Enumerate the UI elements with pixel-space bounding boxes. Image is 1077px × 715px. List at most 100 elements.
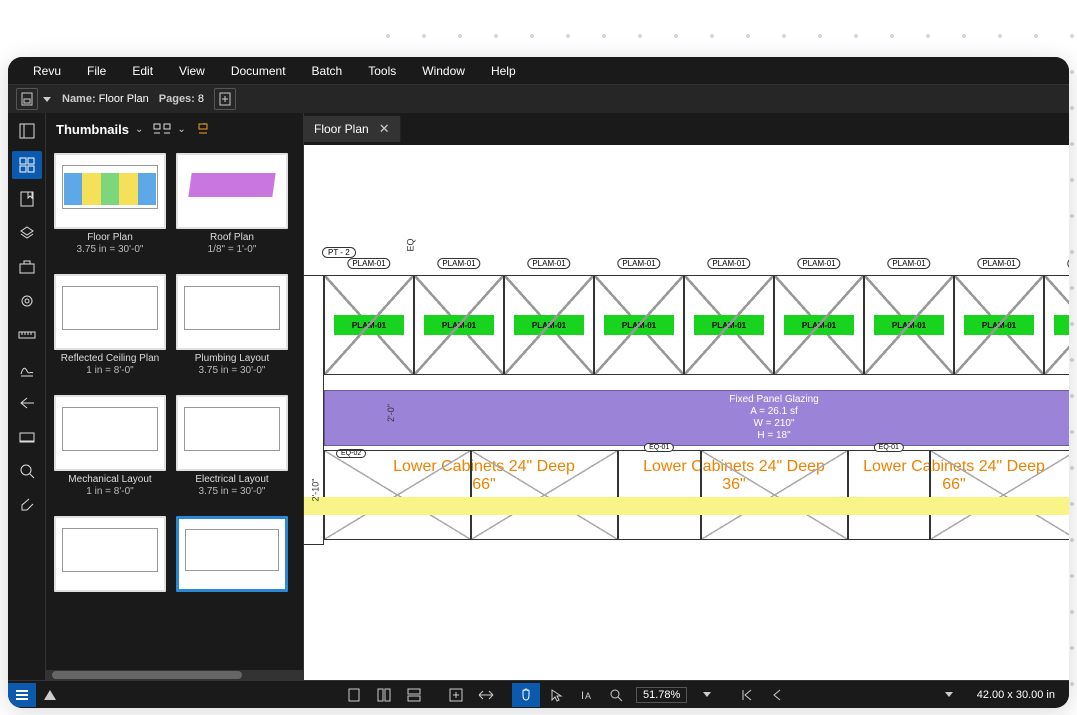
doc-toolbar: Name: Floor Plan Pages: 8 [8, 84, 1069, 113]
menu-help[interactable]: Help [478, 64, 529, 78]
zoom-dropdown[interactable] [693, 683, 721, 707]
glazing-l3: W = 210" [753, 418, 794, 430]
menu-revu[interactable]: Revu [20, 64, 74, 78]
close-icon[interactable]: ✕ [379, 121, 390, 137]
rail-search-icon[interactable] [12, 457, 42, 485]
plam-box: PLAM-01 [784, 315, 854, 335]
plam-tag: PLAM-01 [347, 258, 390, 269]
name-label: Name: [62, 93, 96, 105]
rail-bookmarks-icon[interactable] [12, 185, 42, 213]
plam-tag: PLAM-01 [707, 258, 750, 269]
plam-tag: PLAM-01 [977, 258, 1020, 269]
panel-view-dropdown[interactable]: ⌄ [177, 124, 185, 135]
thumbnail-item[interactable]: Plumbing Layout3.75 in = 30'-0" [176, 274, 288, 377]
plam-tag: PLAM-01 [887, 258, 930, 269]
sb-zoom-icon[interactable] [602, 683, 630, 707]
page-dimensions: 42.00 x 30.00 in [963, 689, 1069, 701]
thumbnails-panel: Thumbnails ⌄ ⌄ * Floor Plan3.75 in = 30'… [46, 113, 304, 680]
menu-window[interactable]: Window [409, 64, 478, 78]
rail-layers-icon[interactable] [12, 219, 42, 247]
plam-tag: PLAM-01 [437, 258, 480, 269]
thumbnail-item[interactable]: Floor Plan3.75 in = 30'-0" [54, 153, 166, 256]
menu-document[interactable]: Document [218, 64, 299, 78]
sb-text-select-icon[interactable]: IA [572, 683, 600, 707]
tab-bar: Floor Plan ✕ [304, 113, 1069, 145]
sb-prev-page-icon[interactable] [763, 683, 791, 707]
sb-triangle-icon[interactable] [36, 683, 64, 707]
tab-floor-plan[interactable]: Floor Plan ✕ [304, 116, 401, 142]
thumb-scale: 1/8" = 1'-0" [208, 244, 257, 256]
thumbnail-item[interactable]: Mechanical Layout1 in = 8'-0" [54, 395, 166, 498]
thumb-title: Mechanical Layout [68, 474, 151, 486]
rail-properties-icon[interactable] [12, 253, 42, 281]
plam-box: PLAM-01 [424, 315, 494, 335]
left-rail [8, 113, 46, 680]
menu-bar: Revu File Edit View Document Batch Tools… [8, 57, 1069, 84]
sb-split-v-icon[interactable] [370, 683, 398, 707]
sb-single-page-icon[interactable] [340, 683, 368, 707]
menu-file[interactable]: File [74, 64, 119, 78]
status-bar: IA 51.78% 42.00 x 30.00 in [8, 680, 1069, 708]
new-page-icon[interactable] [214, 88, 236, 110]
thumbnail-item[interactable] [176, 516, 288, 595]
plam-box: PLAM-01 [1054, 315, 1069, 335]
rail-back-icon[interactable] [12, 389, 42, 417]
thumbnails-list[interactable]: Floor Plan3.75 in = 30'-0"Roof Plan1/8" … [46, 145, 303, 668]
panel-label-icon[interactable]: * [196, 123, 210, 135]
panel-scrollbar[interactable] [46, 668, 303, 680]
thumbnail-item[interactable] [54, 516, 166, 595]
doc-dropdown[interactable] [40, 97, 54, 102]
dim-2ft: 2'-0" [386, 404, 396, 422]
tab-label: Floor Plan [314, 122, 369, 136]
panel-title: Thumbnails [56, 122, 129, 137]
thumb-title: Floor Plan [87, 232, 133, 244]
rail-thumbnails-icon[interactable] [12, 151, 42, 179]
menu-batch[interactable]: Batch [299, 64, 356, 78]
rail-measure-icon[interactable] [12, 321, 42, 349]
panel-view-icon[interactable] [153, 123, 171, 135]
yellow-highlight [304, 497, 1069, 515]
svg-text:I: I [581, 690, 584, 702]
menu-tools[interactable]: Tools [355, 64, 409, 78]
rail-studio-icon[interactable] [12, 491, 42, 519]
thumbnail-item[interactable]: Roof Plan1/8" = 1'-0" [176, 153, 288, 256]
rail-panel-icon[interactable] [12, 117, 42, 145]
sb-split-h-icon[interactable] [400, 683, 428, 707]
plam-tag: PLAM-01 [1067, 258, 1069, 269]
menu-edit[interactable]: Edit [119, 64, 166, 78]
plam-box: PLAM-01 [604, 315, 674, 335]
sb-dropdown-right[interactable] [935, 683, 963, 707]
zoom-text: 51.78% [643, 689, 680, 701]
menu-view[interactable]: View [166, 64, 218, 78]
thumb-scale: 3.75 in = 30'-0" [199, 365, 266, 377]
eq-label: EQ [406, 238, 416, 251]
plam-box: PLAM-01 [874, 315, 944, 335]
sb-fit-width-icon[interactable] [472, 683, 500, 707]
rail-signature-icon[interactable] [12, 355, 42, 383]
thumb-scale: 1 in = 8'-0" [86, 486, 133, 498]
rail-sets-icon[interactable] [12, 423, 42, 451]
eq01-tag-2: EQ-01 [874, 443, 904, 452]
pages-label: Pages: [159, 93, 195, 105]
sb-first-page-icon[interactable] [733, 683, 761, 707]
glazing-l2: A = 26.1 sf [750, 406, 798, 418]
plam-box: PLAM-01 [334, 315, 404, 335]
pages-value: 8 [198, 93, 204, 105]
dim-2ft10: 2'-10" [310, 479, 320, 502]
panel-dropdown-icon[interactable]: ⌄ [135, 124, 143, 135]
thumbnail-item[interactable]: Electrical Layout3.75 in = 30'-0" [176, 395, 288, 498]
sb-pan-icon[interactable] [512, 683, 540, 707]
upper-cabinets-row: PLAM-01 PLAM-01 PLAM-01 PLAM-01 PLAM-01 PLAM-… [324, 275, 1069, 375]
canvas[interactable]: PT - 2 EQ EQ EQ PLAM-01PLAM-01PLAM-01PLA… [304, 145, 1069, 680]
sb-fit-page-icon[interactable] [442, 683, 470, 707]
sb-list-icon[interactable] [8, 683, 36, 707]
thumbnail-item[interactable]: Reflected Ceiling Plan1 in = 8'-0" [54, 274, 166, 377]
eq01-tag: EQ-01 [644, 443, 674, 452]
plam-tag: PLAM-01 [617, 258, 660, 269]
thumb-scale: 1 in = 8'-0" [86, 365, 133, 377]
doc-icon[interactable] [16, 88, 38, 110]
glazing-l4: H = 18" [757, 430, 790, 442]
sb-select-icon[interactable] [542, 683, 570, 707]
zoom-value[interactable]: 51.78% [636, 687, 687, 703]
rail-settings-icon[interactable] [12, 287, 42, 315]
